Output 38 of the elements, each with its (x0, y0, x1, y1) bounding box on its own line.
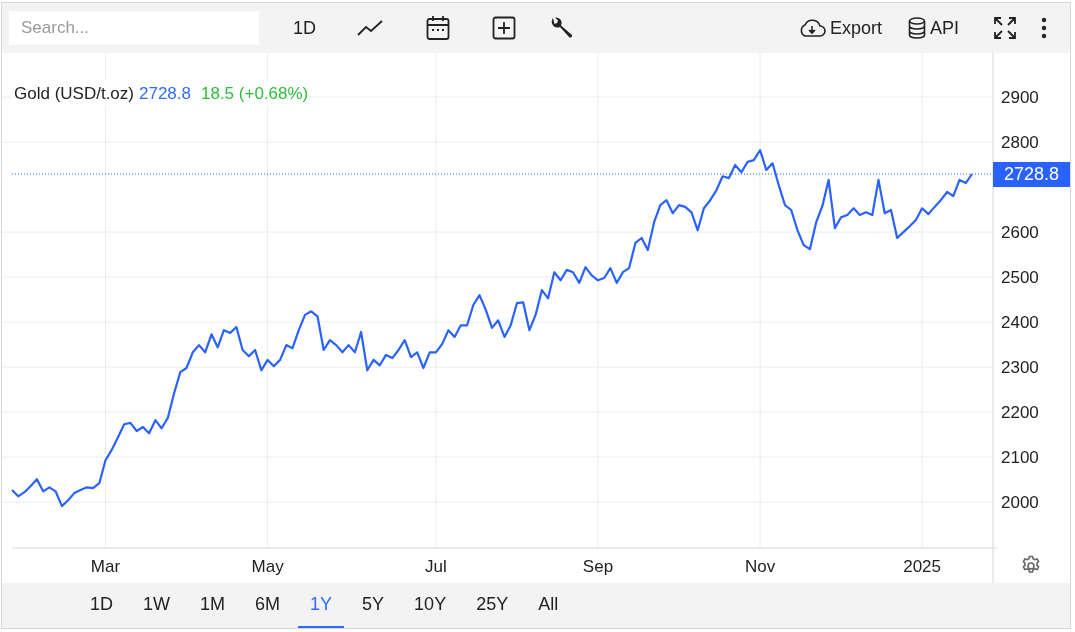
interval-button[interactable]: 1D (281, 11, 328, 45)
database-icon (908, 17, 926, 39)
legend-title: Gold (USD/t.oz) (14, 83, 134, 105)
settings-icon[interactable] (1022, 555, 1040, 573)
export-button[interactable]: Export (793, 11, 886, 45)
x-axis-label: Sep (582, 557, 614, 576)
more-icon[interactable] (1039, 16, 1049, 40)
search-field[interactable]: Search... (9, 11, 259, 45)
y-axis-label: 2300 (1001, 358, 1039, 378)
range-tab[interactable]: 5Y (350, 583, 397, 628)
x-axis-label: Jul (425, 557, 447, 576)
y-axis-label: 2200 (1001, 403, 1039, 423)
y-axis-label: 2400 (1001, 313, 1039, 333)
y-axis-label: 2500 (1001, 268, 1039, 288)
x-axis-label: 2025 (903, 557, 942, 576)
fullscreen-icon[interactable] (991, 14, 1019, 42)
api-button[interactable]: API (904, 11, 963, 45)
calendar-icon[interactable] (424, 14, 452, 42)
y-axis-label: 2000 (1001, 493, 1039, 513)
price-label: 2728.8 (993, 162, 1070, 188)
range-tab[interactable]: 1W (131, 583, 182, 628)
legend-price: 2728.8 (139, 83, 191, 105)
x-axis-label: Mar (90, 557, 121, 576)
x-axis-label: Nov (744, 557, 776, 576)
range-tab[interactable]: 25Y (464, 583, 521, 628)
y-axis-label: 2600 (1001, 223, 1039, 243)
y-axis-label: 2800 (1001, 133, 1039, 153)
legend-change: 18.5 (+0.68%) (201, 83, 309, 105)
y-axis-label: 2100 (1001, 448, 1039, 468)
x-axis-label: May (251, 557, 284, 576)
range-tab[interactable]: 1M (188, 583, 238, 628)
add-icon[interactable] (490, 14, 518, 42)
range-tab[interactable]: All (526, 583, 571, 628)
range-tab[interactable]: 1Y (298, 583, 345, 628)
range-tab[interactable]: 1D (78, 583, 125, 628)
range-tab[interactable]: 10Y (402, 583, 459, 628)
range-tab[interactable]: 6M (243, 583, 293, 628)
y-axis-label: 2900 (1001, 88, 1039, 108)
